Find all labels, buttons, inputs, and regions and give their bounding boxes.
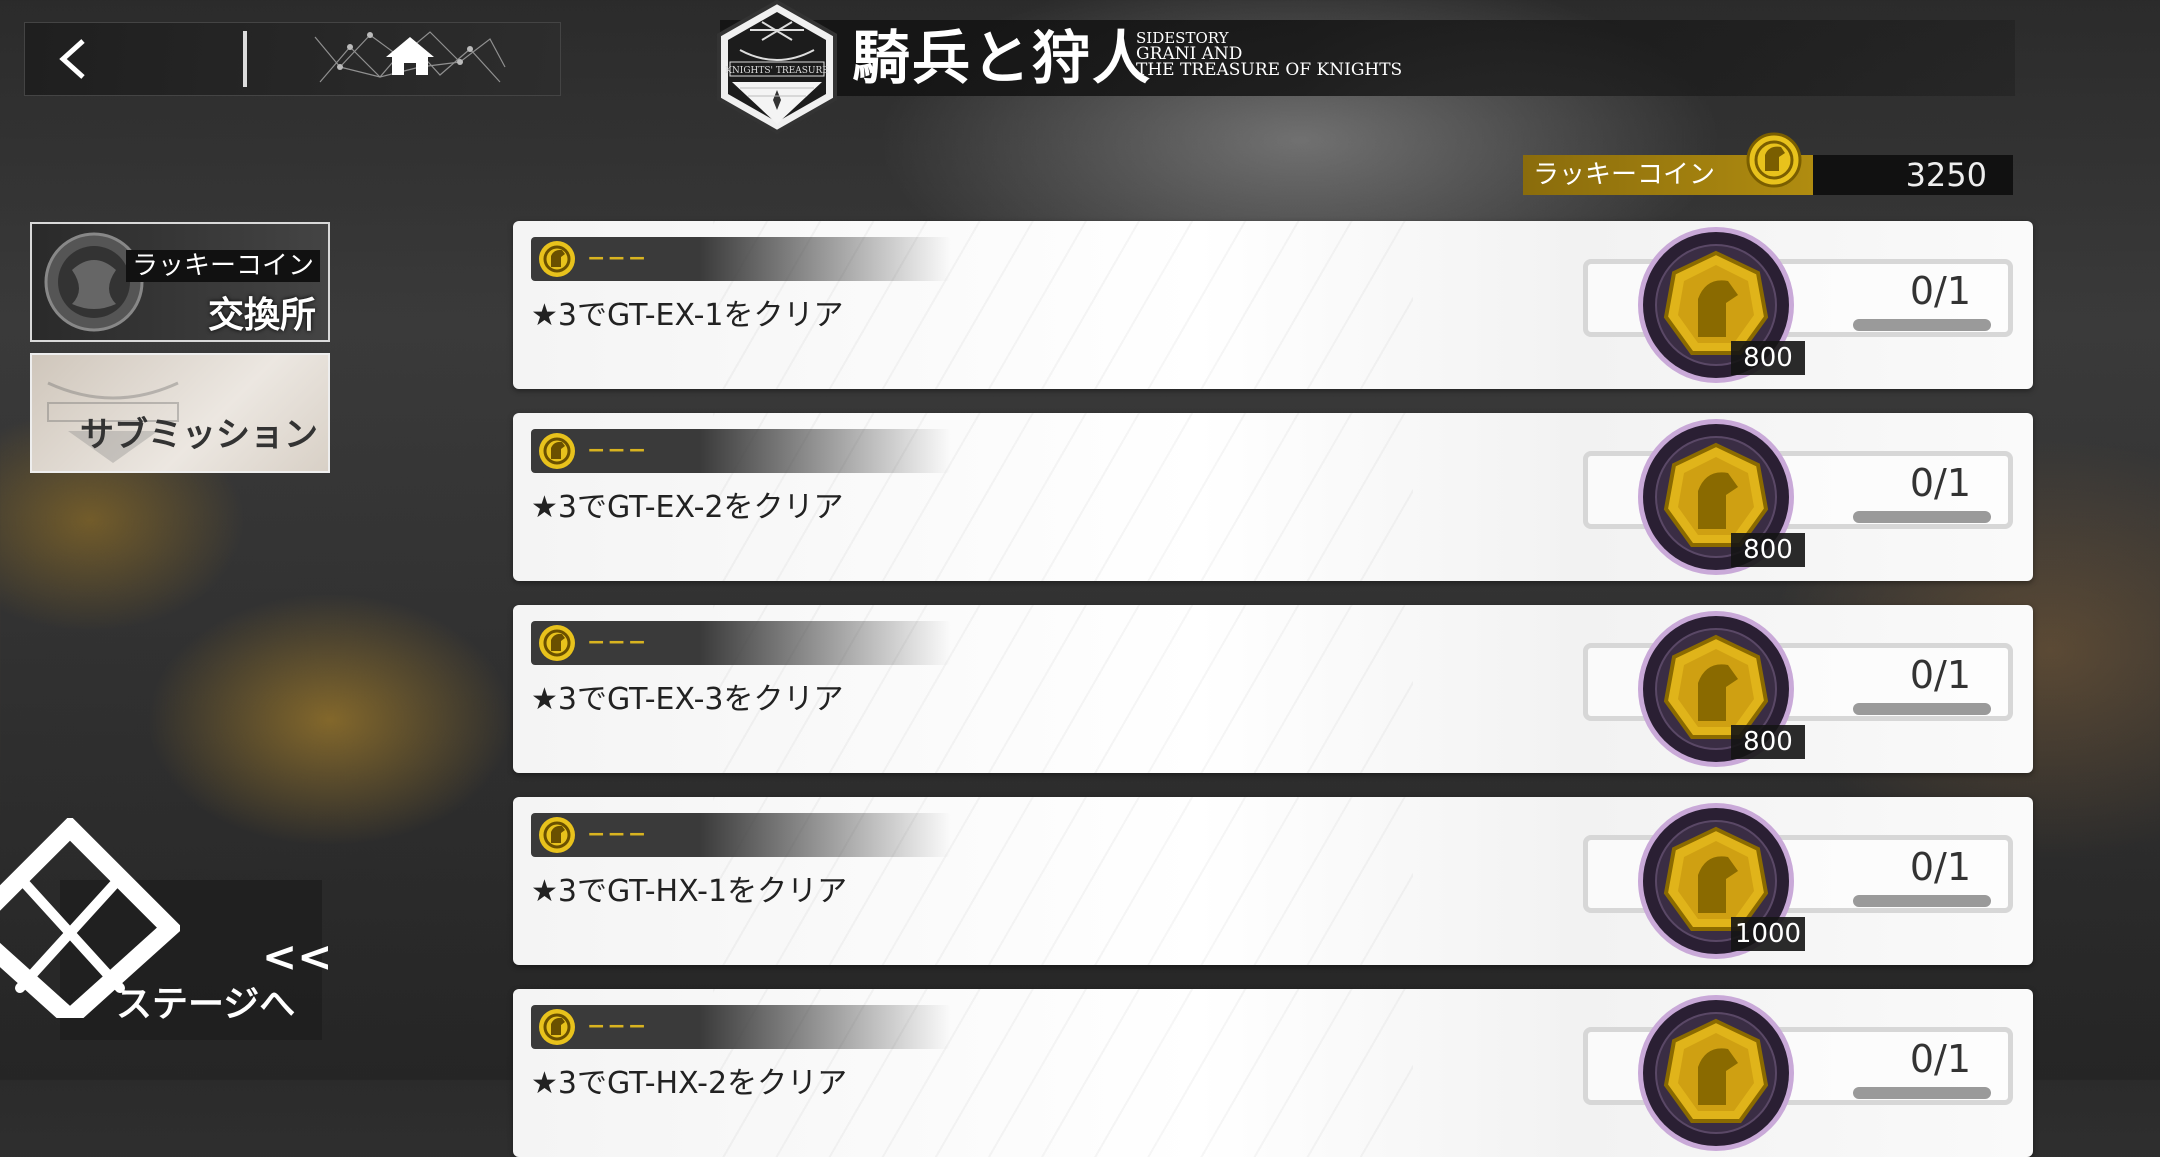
home-icon bbox=[314, 31, 506, 83]
submission-label: サブミッション bbox=[80, 415, 318, 455]
coin-exchange-label-1: ラッキーコイン bbox=[125, 250, 320, 282]
progress-bar bbox=[1853, 895, 1991, 907]
back-button[interactable] bbox=[25, 23, 245, 95]
stage-label: ステージへ bbox=[116, 984, 296, 1025]
mission-tag-text: −−− bbox=[587, 438, 649, 463]
reward-amount: 800 bbox=[1731, 533, 1805, 567]
mission-tag-text: −−− bbox=[587, 246, 649, 271]
mission-tag: −−− bbox=[531, 237, 951, 281]
event-title: 騎兵と狩人 bbox=[852, 24, 1153, 92]
mission-tag: −−− bbox=[531, 813, 951, 857]
progress-bar bbox=[1853, 319, 1991, 331]
horse-coin-icon bbox=[539, 241, 575, 277]
mission-description: ★3でGT-EX-1をクリア bbox=[531, 298, 844, 333]
home-button[interactable] bbox=[310, 27, 510, 91]
horse-coin-icon bbox=[539, 1009, 575, 1045]
mission-item[interactable]: −−− ★3でGT-EX-2をクリア 0/1 800 bbox=[513, 413, 2033, 581]
reward-amount: 1000 bbox=[1731, 917, 1805, 951]
mission-tag: −−− bbox=[531, 1005, 951, 1049]
mission-item[interactable]: −−− ★3でGT-HX-1をクリア 0/1 1000 bbox=[513, 797, 2033, 965]
horse-coin-icon bbox=[1746, 132, 1802, 188]
mission-description: ★3でGT-EX-3をクリア bbox=[531, 682, 844, 717]
subtitle-line2: THE TREASURE OF KNIGHTS bbox=[1136, 60, 1403, 80]
mission-progress: 0/1 bbox=[1909, 269, 1971, 313]
to-stage-button[interactable]: << ステージへ bbox=[0, 818, 332, 1040]
mission-item[interactable]: −−− ★3でGT-EX-1をクリア 0/1 800 bbox=[513, 221, 2033, 389]
mission-description: ★3でGT-EX-2をクリア bbox=[531, 490, 844, 525]
mission-progress: 0/1 bbox=[1909, 653, 1971, 697]
mission-description: ★3でGT-HX-1をクリア bbox=[531, 874, 848, 909]
event-subtitle: SIDESTORY GRANI AND THE TREASURE OF KNIG… bbox=[1136, 30, 1403, 80]
progress-bar bbox=[1853, 511, 1991, 523]
stage-chevron: << bbox=[262, 932, 333, 981]
reward-amount: 800 bbox=[1731, 341, 1805, 375]
progress-bar bbox=[1853, 1087, 1991, 1099]
svg-text:KNIGHTS' TREASURE: KNIGHTS' TREASURE bbox=[725, 66, 829, 76]
coin-exchange-button[interactable]: ラッキーコイン 交換所 bbox=[30, 222, 330, 342]
mission-progress: 0/1 bbox=[1909, 461, 1971, 505]
event-emblem-icon: KNIGHTS' TREASURE bbox=[717, 0, 837, 134]
mission-item[interactable]: −−− ★3でGT-HX-2をクリア 0/1 bbox=[513, 989, 2033, 1157]
mission-tag-text: −−− bbox=[587, 630, 649, 655]
submission-button[interactable]: サブミッション bbox=[30, 353, 330, 473]
chevron-left-icon bbox=[59, 39, 85, 79]
seal-icon bbox=[44, 232, 144, 332]
horse-coin-icon bbox=[539, 625, 575, 661]
nav-separator bbox=[243, 31, 247, 87]
horse-coin-icon bbox=[539, 433, 575, 469]
reward-amount: 800 bbox=[1731, 725, 1805, 759]
coin-exchange-label-2: 交換所 bbox=[207, 295, 316, 336]
horse-coin-icon bbox=[539, 817, 575, 853]
mission-tag-text: −−− bbox=[587, 1014, 649, 1039]
currency-display: ラッキーコイン 3250 bbox=[1523, 132, 2013, 195]
mission-item[interactable]: −−− ★3でGT-EX-3をクリア 0/1 800 bbox=[513, 605, 2033, 773]
mission-description: ★3でGT-HX-2をクリア bbox=[531, 1066, 848, 1101]
reward-coin-icon bbox=[1638, 995, 1794, 1151]
currency-amount: 3250 bbox=[1813, 155, 2013, 195]
progress-bar bbox=[1853, 703, 1991, 715]
mission-progress: 0/1 bbox=[1909, 1037, 1971, 1081]
mission-tag: −−− bbox=[531, 429, 951, 473]
mission-tag: −−− bbox=[531, 621, 951, 665]
mission-tag-text: −−− bbox=[587, 822, 649, 847]
top-nav-bar bbox=[24, 22, 561, 96]
mission-progress: 0/1 bbox=[1909, 845, 1971, 889]
